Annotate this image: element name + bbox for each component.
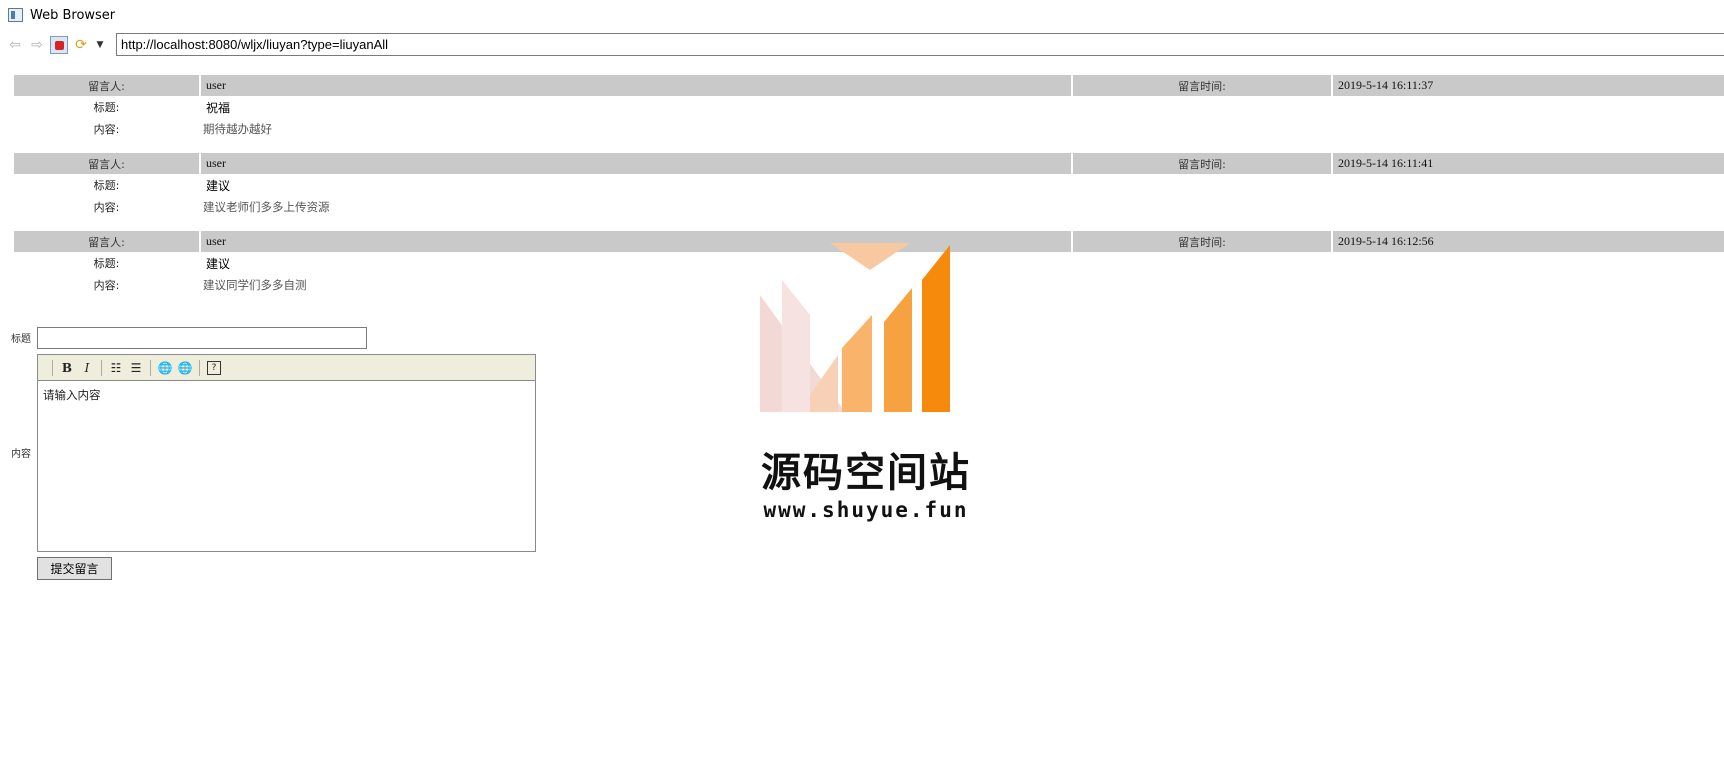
submit-button[interactable]: 提交留言: [37, 557, 112, 580]
content-row: 内容: 期待越办越好: [14, 118, 1724, 140]
time-value: 2019-5-14 16:11:41: [1333, 153, 1724, 174]
content-label: 内容:: [93, 123, 120, 136]
watermark-url: www.shuyue.fun: [763, 498, 969, 522]
author-label: 留言人:: [14, 153, 199, 174]
help-icon[interactable]: ?: [204, 358, 224, 378]
rich-text-editor: B I ☷ ☰ 🌐 🌐 ? 请输入内容: [37, 354, 536, 552]
form-title-label: 标题: [11, 334, 31, 345]
remove-link-icon[interactable]: 🌐: [175, 358, 195, 378]
insert-link-icon[interactable]: 🌐: [155, 358, 175, 378]
unordered-list-icon[interactable]: ☰: [126, 358, 146, 378]
content-label: 内容:: [93, 201, 120, 214]
content-value: 期待越办越好: [203, 122, 272, 136]
time-value: 2019-5-14 16:12:56: [1333, 231, 1724, 252]
time-value: 2019-5-14 16:11:37: [1333, 75, 1724, 96]
bold-button[interactable]: B: [57, 358, 77, 378]
refresh-icon[interactable]: ⟳: [70, 34, 92, 56]
author-value: user: [201, 75, 1071, 96]
editor-content-area[interactable]: 请输入内容: [38, 381, 535, 409]
time-label: 留言时间:: [1073, 153, 1331, 174]
title-value: 建议: [206, 256, 231, 271]
forward-arrow-icon[interactable]: ⇨: [26, 34, 48, 56]
ordered-list-icon[interactable]: ☷: [106, 358, 126, 378]
title-input[interactable]: [37, 327, 367, 349]
back-arrow-icon[interactable]: ⇦: [4, 34, 26, 56]
window-titlebar: Web Browser: [0, 0, 1724, 30]
toolbar-separator: [101, 359, 102, 376]
author-label: 留言人:: [14, 231, 199, 252]
title-row: 标题: 祝福: [14, 96, 1724, 118]
window-title: Web Browser: [30, 7, 116, 23]
toolbar-separator: [199, 359, 200, 376]
address-bar[interactable]: http://localhost:8080/wljx/liuyan?type=l…: [116, 33, 1724, 56]
stop-icon[interactable]: [50, 36, 68, 54]
message-header: 留言人: user 留言时间: 2019-5-14 16:11:41: [14, 153, 1724, 174]
content-value: 建议老师们多多上传资源: [203, 200, 330, 214]
watermark-name: 源码空间站: [761, 450, 971, 496]
content-label: 内容:: [93, 279, 120, 292]
browser-app-icon: [8, 8, 23, 22]
title-label: 标题:: [93, 257, 120, 270]
editor-toolbar: B I ☷ ☰ 🌐 🌐 ?: [38, 355, 535, 381]
content-row: 内容: 建议老师们多多上传资源: [14, 196, 1724, 218]
title-value: 祝福: [206, 100, 231, 115]
message-item: 留言人: user 留言时间: 2019-5-14 16:11:37 标题: 祝…: [14, 75, 1724, 140]
content-value: 建议同学们多多自测: [203, 278, 307, 292]
browser-toolbar: ⇦ ⇨ ⟳ ▼ http://localhost:8080/wljx/liuya…: [0, 33, 1724, 57]
watermark: 源码空间站 www.shuyue.fun: [750, 240, 982, 530]
message-item: 留言人: user 留言时间: 2019-5-14 16:11:41 标题: 建…: [14, 153, 1724, 218]
title-value: 建议: [206, 178, 231, 193]
author-value: user: [201, 153, 1071, 174]
chevron-down-icon[interactable]: ▼: [92, 34, 108, 56]
form-content-label: 内容: [11, 449, 31, 460]
author-label: 留言人:: [14, 75, 199, 96]
title-row: 标题: 建议: [14, 174, 1724, 196]
time-label: 留言时间:: [1073, 231, 1331, 252]
italic-button[interactable]: I: [77, 358, 97, 378]
title-label: 标题:: [93, 179, 120, 192]
watermark-logo-icon: [760, 243, 950, 412]
toolbar-separator: [150, 359, 151, 376]
message-header: 留言人: user 留言时间: 2019-5-14 16:11:37: [14, 75, 1724, 96]
title-label: 标题:: [93, 101, 120, 114]
time-label: 留言时间:: [1073, 75, 1331, 96]
toolbar-separator: [52, 359, 53, 376]
